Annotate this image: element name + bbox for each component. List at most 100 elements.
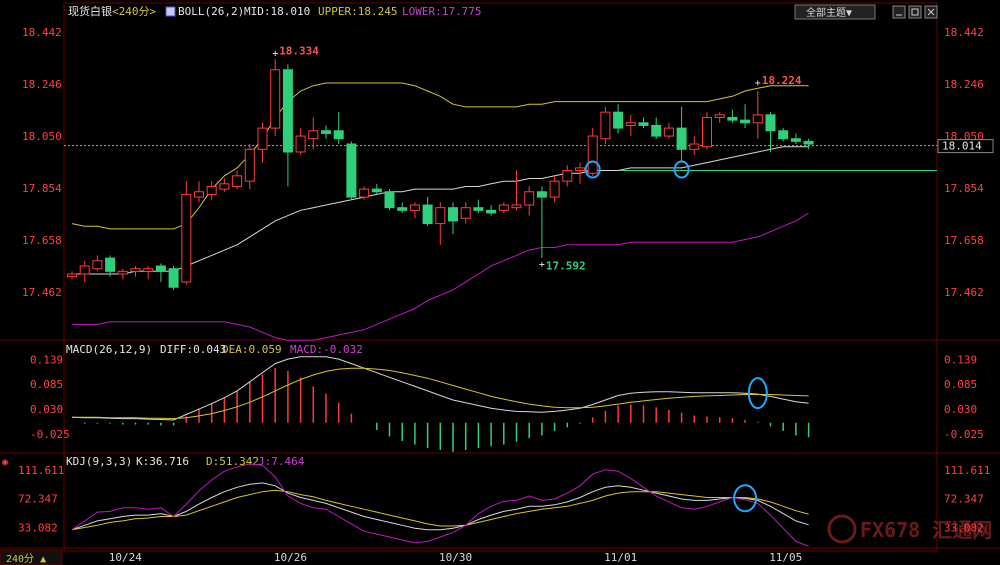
- candle-up: [359, 188, 370, 198]
- upper-label: UPPER:18.245: [318, 5, 397, 18]
- chart-canvas: 现货白银 <240分> BOLL(26,2) MID:18.010 UPPER:…: [0, 0, 1000, 565]
- candle-up: [181, 193, 192, 283]
- candle-up: [435, 207, 446, 225]
- candle-down: [371, 188, 382, 193]
- restore-button[interactable]: [908, 5, 922, 19]
- period-label: <240分>: [112, 5, 156, 18]
- candle-up: [409, 204, 420, 211]
- candle-up: [625, 122, 636, 126]
- candle-down: [638, 122, 649, 126]
- candle-up: [206, 185, 217, 195]
- candle-down: [397, 207, 408, 211]
- annotation-label: 17.592: [546, 260, 586, 273]
- candle-down: [765, 114, 776, 132]
- price-tick-left: 18.442: [22, 26, 62, 39]
- candle-up: [498, 204, 509, 211]
- candle-up: [575, 167, 585, 172]
- candle-up: [524, 191, 535, 206]
- macd-tick-right: 0.030: [944, 403, 977, 416]
- theme-button[interactable]: 全部主题▼: [794, 4, 876, 20]
- macd-tick-right: -0.025: [944, 428, 984, 441]
- macd-label: MACD(26,12,9): [66, 343, 152, 356]
- candle-down: [422, 204, 433, 225]
- boll-icon: [165, 6, 176, 17]
- candle-up: [600, 111, 611, 140]
- price-tick-right: 17.854: [944, 182, 984, 195]
- candle-up: [308, 130, 319, 140]
- annotation-marker: +: [755, 78, 761, 89]
- candle-down: [384, 191, 395, 209]
- annotation-label: 18.334: [279, 45, 319, 58]
- candle-down: [105, 257, 116, 272]
- macd-panel-header: MACD(26,12,9) DIFF:0.043 DEA:0.059 MACD:…: [66, 343, 363, 356]
- kdj-marker: ◉: [2, 457, 8, 468]
- window-controls: [892, 5, 938, 19]
- x-axis-label: 11/05: [769, 551, 802, 564]
- candle-down: [536, 191, 547, 198]
- kdj-tick-left: 33.082: [18, 521, 58, 534]
- d-label: D:51.342: [206, 455, 259, 468]
- price-tick-right: 17.658: [944, 234, 984, 247]
- minimize-button[interactable]: [892, 5, 906, 19]
- current-price-label: 18.014: [942, 140, 982, 153]
- price-tick-right: 18.246: [944, 78, 984, 91]
- mid-label: MID:18.010: [244, 5, 310, 18]
- kdj-tick-right: 33.082: [944, 521, 984, 534]
- candle-down: [321, 130, 331, 134]
- kdj-label: KDJ(9,3,3): [66, 455, 132, 468]
- dea-label: DEA:0.059: [222, 343, 282, 356]
- candle-up: [92, 260, 103, 270]
- x-axis-label: 11/01: [604, 551, 637, 564]
- candle-up: [194, 191, 204, 198]
- theme-button-label: 全部主题▼: [806, 6, 852, 19]
- candle-down: [282, 69, 293, 153]
- candle-up: [295, 135, 306, 153]
- candle-down: [676, 127, 687, 150]
- candle-up: [130, 268, 141, 272]
- candle-up: [143, 268, 154, 272]
- period-button-label: 240分 ▲: [6, 553, 46, 565]
- price-tick-left: 17.462: [22, 286, 62, 299]
- instrument-name: 现货白银: [68, 4, 112, 18]
- k-label: K:36.716: [136, 455, 189, 468]
- candle-up: [79, 265, 90, 275]
- period-button[interactable]: 240分 ▲: [0, 549, 63, 565]
- candle-down: [651, 124, 662, 137]
- candle-down: [333, 130, 344, 140]
- candle-up: [257, 127, 268, 150]
- candle-up: [714, 114, 725, 118]
- annotation-label: 18.224: [762, 74, 802, 87]
- candle-down: [486, 209, 497, 214]
- candle-up: [587, 135, 598, 174]
- kdj-tick-left: 111.611: [18, 464, 64, 477]
- candle-down: [727, 116, 738, 121]
- price-tick-right: 18.442: [944, 26, 984, 39]
- candle-down: [740, 119, 751, 124]
- candle-down: [790, 138, 801, 142]
- macd-tick-right: 0.085: [944, 378, 977, 391]
- diff-label: DIFF:0.043: [160, 343, 226, 356]
- price-panel-header: 现货白银 <240分> BOLL(26,2) MID:18.010 UPPER:…: [68, 4, 481, 18]
- candle-up: [549, 180, 560, 198]
- price-tick-left: 18.050: [22, 130, 62, 143]
- price-tick-left: 17.854: [22, 182, 62, 195]
- j-label: J:7.464: [258, 455, 305, 468]
- boll-label: BOLL(26,2): [178, 5, 244, 18]
- candle-up: [270, 69, 281, 129]
- candle-up: [219, 183, 230, 190]
- candle-up: [663, 127, 674, 137]
- candle-down: [155, 265, 166, 272]
- x-axis-label: 10/24: [109, 551, 142, 564]
- candle-up: [511, 204, 522, 209]
- macd-tick-left: 0.030: [30, 403, 63, 416]
- candle-down: [448, 207, 458, 222]
- candle-up: [460, 207, 471, 219]
- annotation-marker: +: [539, 260, 545, 271]
- macd-value-label: MACD:-0.032: [290, 343, 363, 356]
- x-axis-label: 10/30: [439, 551, 472, 564]
- lower-label: LOWER:17.775: [402, 5, 481, 18]
- macd-tick-left: 0.139: [30, 354, 63, 367]
- macd-tick-right: 0.139: [944, 354, 977, 367]
- candle-up: [752, 114, 763, 124]
- candle-up: [689, 143, 700, 150]
